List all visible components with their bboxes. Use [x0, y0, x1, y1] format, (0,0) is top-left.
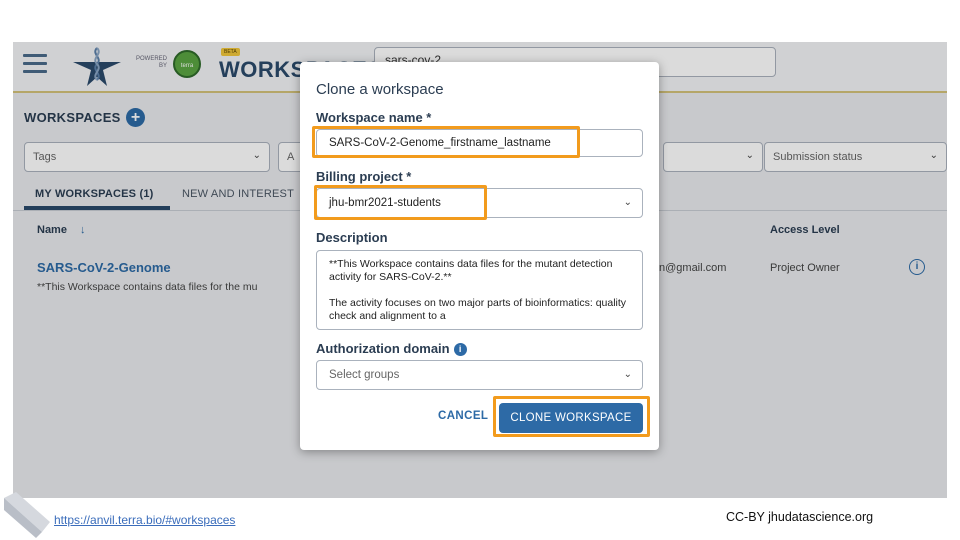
source-link[interactable]: https://anvil.terra.bio/#workspaces: [54, 513, 235, 527]
chevron-down-icon: ⌄: [623, 197, 632, 208]
description-textarea[interactable]: **This Workspace contains data files for…: [316, 250, 643, 330]
description-paragraph-2: The activity focuses on two major parts …: [329, 297, 627, 322]
course-logo-icon: [4, 492, 50, 538]
billing-project-label: Billing project *: [316, 169, 412, 184]
chevron-down-icon: ⌄: [623, 369, 632, 380]
clone-workspace-dialog: Clone a workspace Workspace name * SARS-…: [300, 62, 659, 450]
billing-project-value: jhu-bmr2021-students: [329, 197, 441, 209]
workspace-name-input[interactable]: SARS-CoV-2-Genome_firstname_lastname: [316, 129, 643, 157]
description-paragraph-1: **This Workspace contains data files for…: [329, 258, 613, 283]
cancel-button[interactable]: CANCEL: [438, 410, 488, 422]
clone-workspace-button[interactable]: CLONE WORKSPACE: [499, 403, 643, 433]
description-label: Description: [316, 230, 388, 245]
info-icon[interactable]: i: [453, 343, 467, 356]
license-credit: CC-BY jhudatascience.org: [726, 510, 874, 524]
authorization-domain-text: Authorization domain: [316, 341, 450, 356]
dialog-title: Clone a workspace: [316, 81, 444, 98]
authorization-domain-label: Authorization domain i: [316, 341, 467, 356]
authorization-domain-placeholder: Select groups: [329, 369, 400, 381]
authorization-domain-select[interactable]: Select groups ⌄: [316, 360, 643, 390]
slide: POWERED BY terra BETA WORKSPACES sars-co…: [0, 0, 960, 540]
workspace-name-label: Workspace name *: [316, 110, 432, 125]
billing-project-select[interactable]: jhu-bmr2021-students ⌄: [316, 188, 643, 218]
